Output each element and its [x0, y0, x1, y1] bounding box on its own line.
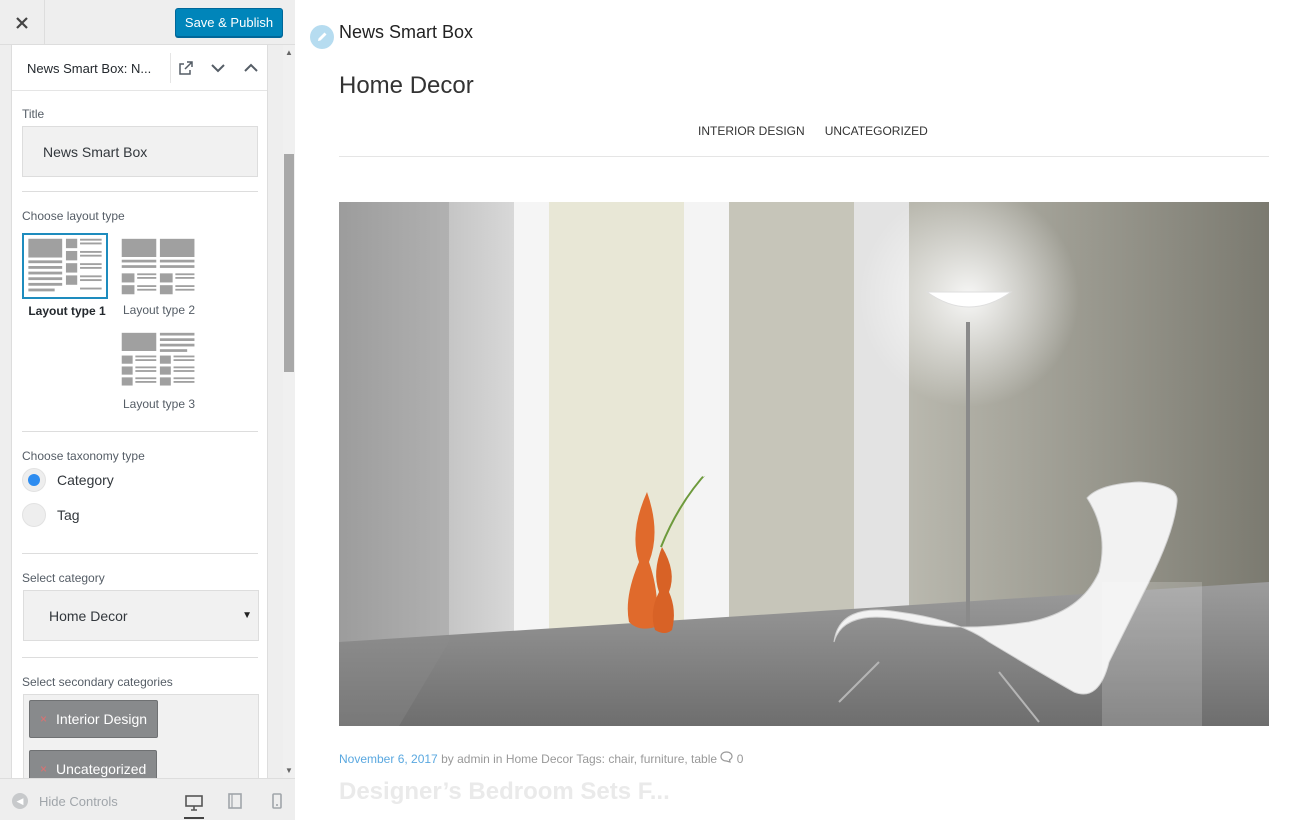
divider — [22, 191, 258, 192]
layout-1-thumbnail-icon — [22, 233, 108, 299]
radio-unchecked-icon[interactable] — [22, 503, 46, 527]
secondary-category-chip[interactable]: × Interior Design — [29, 700, 159, 738]
divider — [22, 431, 258, 432]
post-date-link[interactable]: November 6, 2017 — [339, 752, 438, 766]
title-label: Title — [22, 107, 45, 121]
taxonomy-radio-tag[interactable]: Tag — [22, 503, 80, 527]
site-preview: News Smart Box Home Decor INTERIOR DESIG… — [296, 0, 1301, 820]
layout-option-1[interactable]: Layout type 1 — [22, 233, 112, 318]
remove-icon[interactable]: × — [40, 762, 47, 776]
category-tabs: INTERIOR DESIGN UNCATEGORIZED — [698, 124, 928, 138]
title-input[interactable] — [22, 126, 258, 177]
layout-type-label: Choose layout type — [22, 209, 125, 223]
divider — [22, 553, 258, 554]
post-tags-links[interactable]: chair, furniture, table — [608, 752, 717, 766]
scrollbar-thumb[interactable] — [284, 154, 294, 372]
chevron-up-icon[interactable] — [236, 53, 266, 83]
collapse-icon: ◀ — [12, 793, 28, 809]
secondary-categories-label: Select secondary categories — [22, 675, 173, 689]
meta-tags-label: Tags: — [576, 752, 605, 766]
taxonomy-option-label: Tag — [57, 507, 80, 523]
layout-2-caption: Layout type 2 — [122, 303, 196, 317]
remove-icon[interactable]: × — [40, 712, 47, 726]
meta-by-text: by — [441, 752, 454, 766]
hide-controls-label: Hide Controls — [39, 793, 118, 809]
sidebar-scrollbar[interactable]: ▲ ▼ — [283, 45, 295, 778]
layout-3-caption: Layout type 3 — [122, 397, 196, 411]
tablet-icon[interactable] — [225, 791, 245, 811]
post-category-link[interactable]: Home Decor — [506, 752, 573, 766]
taxonomy-type-label: Choose taxonomy type — [22, 449, 145, 463]
scroll-down-icon[interactable]: ▼ — [283, 766, 295, 775]
popout-icon[interactable] — [170, 53, 200, 83]
customizer-sidebar: Save & Publish News Smart Box: N... Titl… — [0, 0, 295, 820]
secondary-category-chip[interactable]: × Uncategorized — [29, 750, 158, 778]
layout-option-3[interactable]: Layout type 3 — [116, 331, 202, 411]
mobile-icon[interactable] — [267, 791, 287, 811]
divider — [22, 657, 258, 658]
chip-label: Uncategorized — [56, 761, 147, 777]
comment-icon[interactable] — [720, 751, 734, 766]
scroll-up-icon[interactable]: ▲ — [283, 48, 295, 57]
tab-interior-design[interactable]: INTERIOR DESIGN — [698, 124, 805, 138]
hide-controls-button[interactable]: ◀ Hide Controls — [12, 793, 118, 809]
divider — [339, 156, 1269, 157]
category-select[interactable]: Home Decor ▼ — [23, 590, 259, 641]
edit-pencil-icon[interactable] — [310, 25, 334, 49]
layout-2-thumbnail-icon — [121, 238, 195, 295]
widget-header: News Smart Box: N... — [12, 45, 267, 91]
chevron-down-icon[interactable] — [203, 53, 233, 83]
taxonomy-option-label: Category — [57, 472, 114, 488]
meta-in-text: in — [493, 752, 503, 766]
customizer-footer: ◀ Hide Controls — [0, 778, 295, 820]
taxonomy-radio-category[interactable]: Category — [22, 468, 114, 492]
caret-down-icon: ▼ — [242, 610, 252, 621]
section-title: Home Decor — [339, 72, 474, 99]
comment-count: 0 — [736, 752, 744, 766]
widget-panel: News Smart Box: N... Title Choose layout… — [11, 45, 268, 778]
save-publish-button[interactable]: Save & Publish — [175, 8, 283, 37]
tab-uncategorized[interactable]: UNCATEGORIZED — [825, 124, 928, 138]
featured-post-image[interactable] — [339, 202, 1269, 726]
desktop-icon[interactable] — [184, 789, 204, 819]
widget-heading: News Smart Box — [339, 22, 474, 42]
layout-option-2[interactable]: Layout type 2 — [116, 237, 202, 317]
customizer-header: Save & Publish — [0, 0, 295, 45]
category-select-value: Home Decor — [49, 607, 128, 624]
post-author-link[interactable]: admin — [457, 752, 490, 766]
widget-title: News Smart Box: N... — [27, 61, 152, 76]
category-label: Select category — [22, 571, 105, 585]
chip-label: Interior Design — [56, 711, 148, 727]
post-meta: November 6, 2017 by admin in Home Decor … — [339, 751, 743, 766]
layout-3-thumbnail-icon — [121, 332, 195, 386]
secondary-categories-select[interactable]: × Interior Design × Uncategorized — [23, 694, 259, 778]
post-title-link[interactable]: Designer’s Bedroom Sets F... — [339, 778, 670, 806]
layout-1-caption: Layout type 1 — [28, 304, 106, 318]
radio-checked-icon[interactable] — [22, 468, 46, 492]
close-icon[interactable] — [0, 0, 45, 45]
